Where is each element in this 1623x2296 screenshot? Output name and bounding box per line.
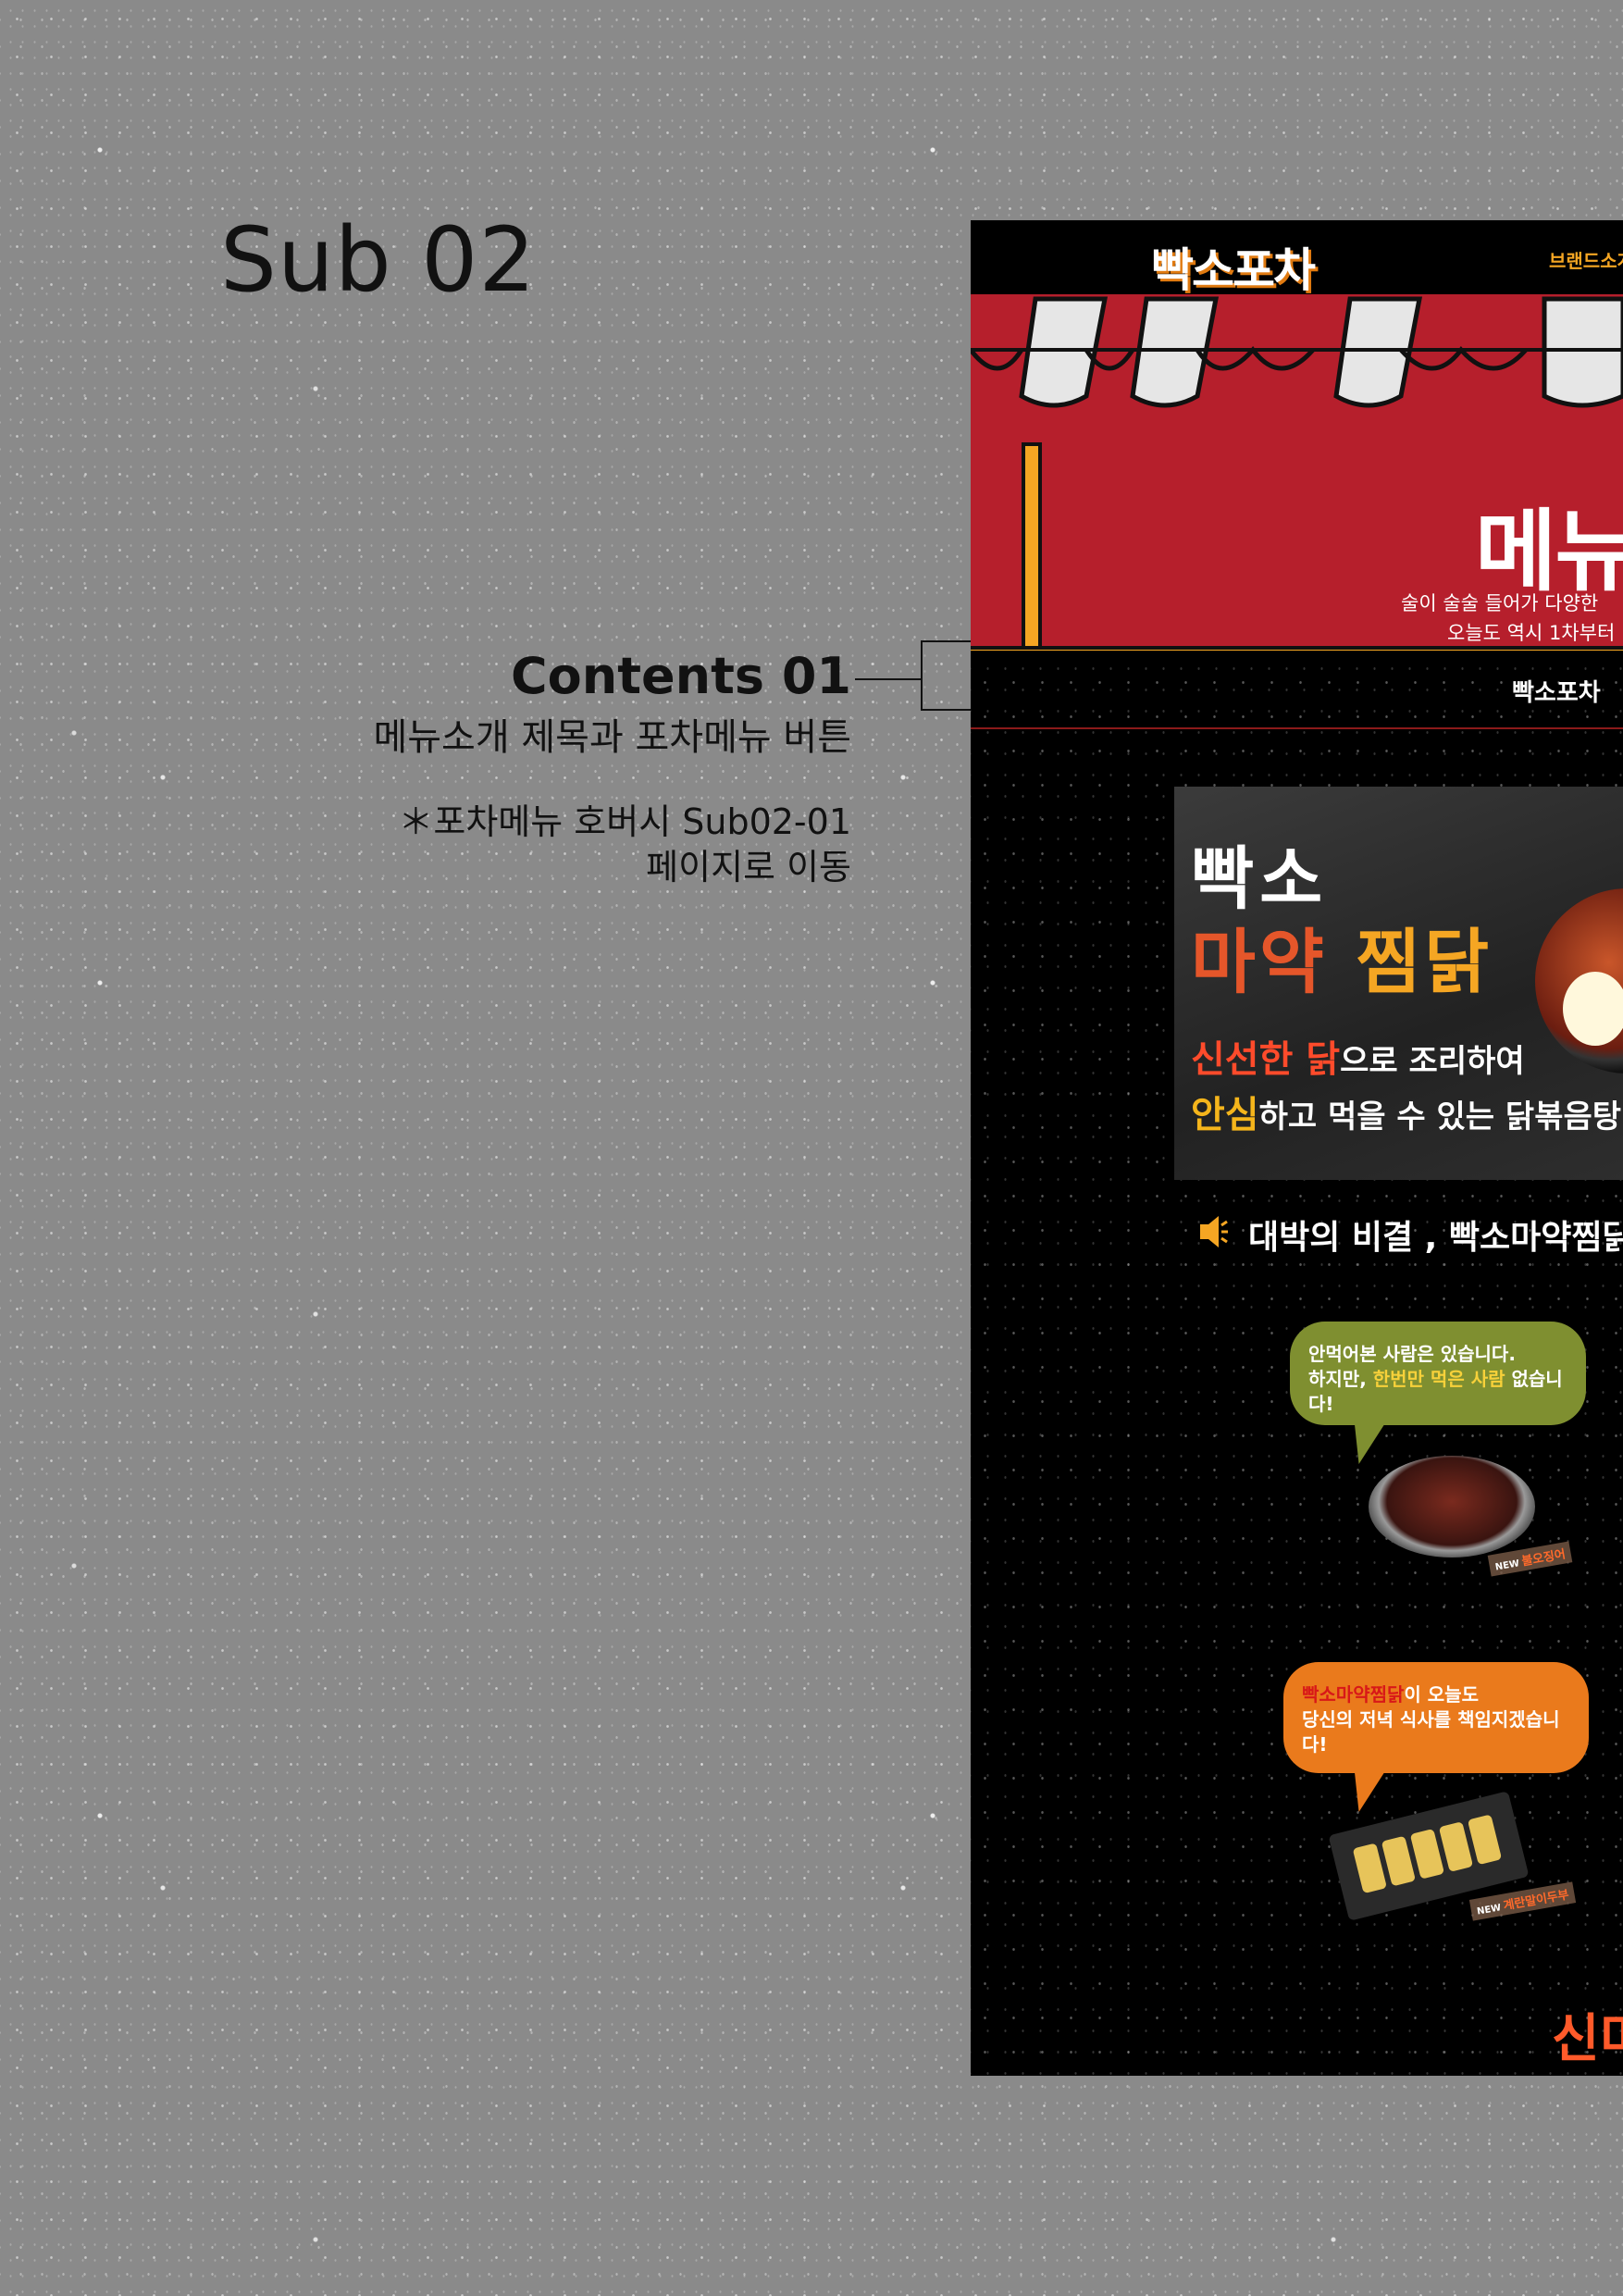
- connector-bracket-top: [921, 640, 971, 642]
- dish1-tag-new: NEW: [1494, 1558, 1520, 1573]
- promo-egg-image: [1563, 972, 1623, 1046]
- hero-subtitle-line1: 술이 술술 들어가 다양한: [1401, 592, 1599, 614]
- speaker-icon: [1200, 1216, 1228, 1247]
- menu-tab-bar: 빡소포차: [971, 655, 1623, 729]
- dish2-tag-name: 계란말이두부: [1502, 1888, 1570, 1914]
- speech-bubble-1-tail: [1342, 1420, 1388, 1464]
- tofu-piece: [1467, 1814, 1503, 1866]
- dish2-tag: NEW계란말이두부: [1468, 1881, 1577, 1921]
- bubble1-line2-highlight: 한번만 먹은 사람: [1372, 1368, 1505, 1390]
- promo-text1-highlight: 신선한 닭: [1191, 1038, 1341, 1081]
- pocha-menu-button[interactable]: 빡소포차: [1512, 674, 1601, 708]
- bottom-heading: 신미: [1552, 2009, 1623, 2069]
- bubble1-line1: 안먹어본 사람은 있습니다.: [1308, 1343, 1516, 1365]
- bubble2-line1-highlight: 빡소마약찜닭: [1302, 1683, 1405, 1706]
- tofu-piece: [1352, 1843, 1387, 1894]
- promo-text2-rest: 하고 먹을 수 있는 닭볶음탕: [1258, 1098, 1622, 1136]
- annotation-label: Contents 01: [511, 647, 851, 705]
- annotation-block: Contents 01 메뉴소개 제목과 포차메뉴 버튼 ＊포차메뉴 호버시 S…: [373, 647, 851, 891]
- annotation-note-line1: ＊포차메뉴 호버시 Sub02-01: [398, 801, 851, 843]
- annotation-note-line2: 페이지로 이동: [646, 847, 851, 888]
- speech-bubble-2: 빡소마약찜닭이 오늘도 당신의 저녁 식사를 책임지겠습니다!: [1283, 1662, 1589, 1773]
- speech-bubble-1: 안먹어본 사람은 있습니다. 하지만, 한번만 먹은 사람 없습니다!: [1290, 1322, 1586, 1425]
- bubble2-line1-rest: 이 오늘도: [1404, 1683, 1479, 1706]
- site-logo[interactable]: 빡소포차: [1151, 233, 1316, 300]
- annotation-note: ＊포차메뉴 호버시 Sub02-01 페이지로 이동: [373, 800, 851, 891]
- connector-line: [855, 678, 923, 680]
- banner-pole: [1022, 442, 1042, 651]
- banner-bottom-edge: [971, 646, 1623, 651]
- top-bar: 빡소포차 브랜드소개: [971, 220, 1623, 297]
- tofu-piece: [1409, 1828, 1445, 1880]
- bubble1-line2-a: 하지만,: [1308, 1368, 1373, 1390]
- promo-line2-b: 찜닭: [1356, 921, 1493, 1003]
- hero-banner: 메뉴 술이 술술 들어가 다양한 오늘도 역시 1차부터: [971, 294, 1623, 651]
- promo-text1: 신선한 닭으로 조리하여: [1191, 1029, 1525, 1083]
- promo-text2-highlight: 안심: [1191, 1094, 1259, 1136]
- document-title: Sub 02: [220, 208, 537, 312]
- annotation-description: 메뉴소개 제목과 포차메뉴 버튼: [373, 716, 851, 760]
- connector-bracket-bottom: [921, 709, 971, 711]
- tofu-piece: [1438, 1821, 1474, 1872]
- promo-line2: 마약 찜닭: [1191, 905, 1493, 1007]
- tofu-piece: [1381, 1835, 1417, 1887]
- dish1-tag-name: 불오징어: [1520, 1547, 1567, 1570]
- site-mockup: 빡소포차 브랜드소개 메뉴 술이 술술 들어가 다양한 오늘도 역시 1차부터: [971, 220, 1623, 2076]
- dish-fire-squid-image: [1369, 1456, 1535, 1558]
- hero-subtitle-line2: 오늘도 역시 1차부터: [1447, 622, 1616, 644]
- bubble2-line2: 당신의 저녁 식사를 책임지겠습니다!: [1302, 1708, 1560, 1756]
- bubble2-line1: 빡소마약찜닭이 오늘도: [1302, 1682, 1570, 1707]
- nav-item-brand[interactable]: 브랜드소개: [1549, 246, 1623, 273]
- bubble1-line2: 하지만, 한번만 먹은 사람 없습니다!: [1308, 1367, 1567, 1417]
- awning-graphic: [971, 294, 1623, 408]
- promo-card: 빡소 마약 찜닭 신선한 닭으로 조리하여 안심하고 먹을 수 있는 닭볶음탕: [1174, 787, 1623, 1180]
- promo-text1-rest: 으로 조리하여: [1340, 1043, 1525, 1080]
- promo-line2-a: 마약: [1191, 921, 1328, 1003]
- connector-bracket-vertical: [921, 640, 923, 711]
- promo-text2: 안심하고 먹을 수 있는 닭볶음탕: [1191, 1085, 1621, 1138]
- speech-bubble-2-tail: [1342, 1768, 1388, 1812]
- slogan-text: 대박의 비결 , 빡소마약찜닭: [1248, 1219, 1623, 1257]
- dish2-tag-new: NEW: [1476, 1903, 1503, 1917]
